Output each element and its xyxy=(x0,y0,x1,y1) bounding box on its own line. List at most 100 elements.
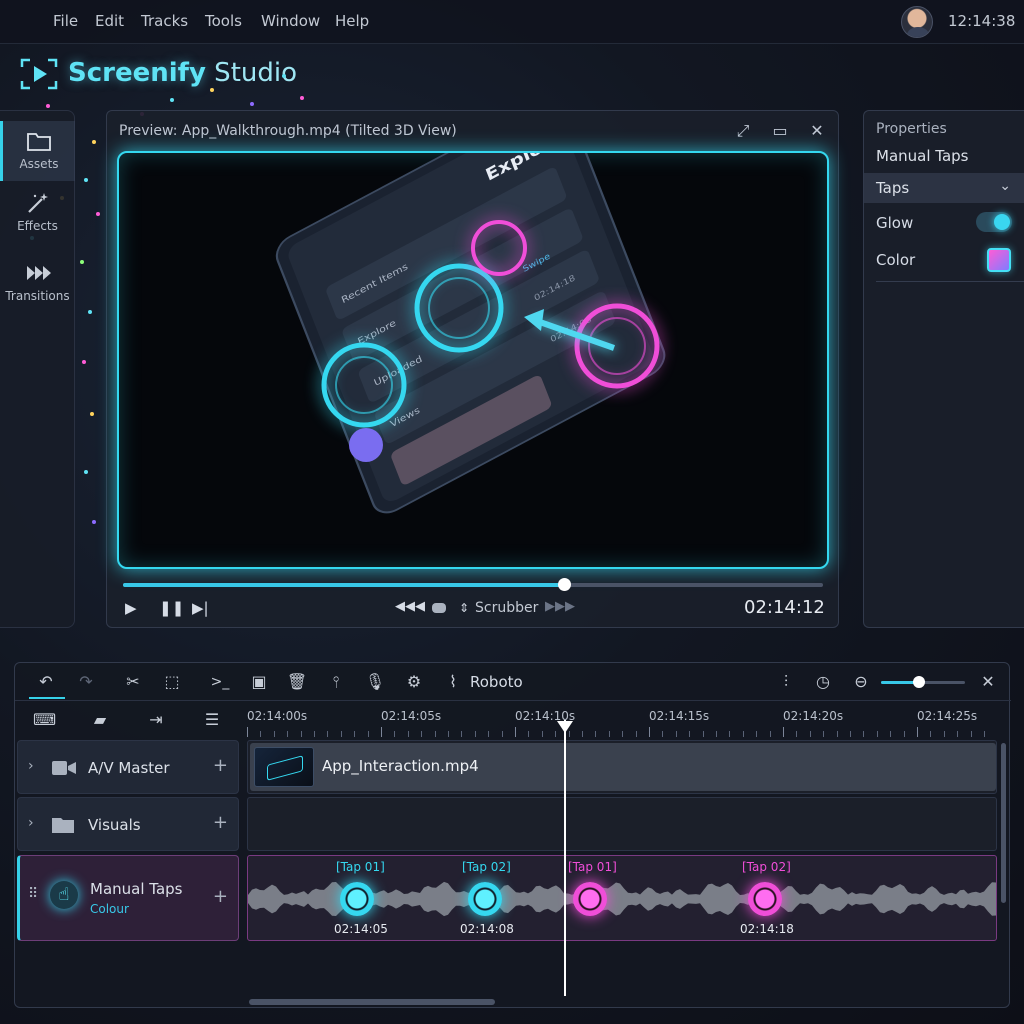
rail-transitions-label: Transitions xyxy=(5,289,70,303)
add-icon[interactable]: + xyxy=(213,886,228,907)
ruler-tick xyxy=(716,731,717,737)
menu-help[interactable]: Help xyxy=(335,12,369,30)
clip-av-master[interactable]: App_Interaction.mp4 xyxy=(250,743,996,791)
ruler-tick xyxy=(876,731,878,737)
ruler-tick xyxy=(850,731,851,737)
detach-audio-icon[interactable]: ▣ xyxy=(248,671,270,693)
menu-tools[interactable]: Tools xyxy=(205,12,242,30)
terminal-icon[interactable]: >_ xyxy=(209,671,231,693)
vertical-scrollbar[interactable] xyxy=(1001,743,1006,903)
scissors-icon[interactable]: ✂ xyxy=(122,671,144,693)
stop-icon[interactable] xyxy=(432,603,446,613)
glow-toggle[interactable] xyxy=(976,212,1012,232)
logo-icon xyxy=(20,58,58,90)
app-title-part2: Studio xyxy=(205,58,297,88)
microphone-icon[interactable]: 🎙 xyxy=(364,671,386,693)
ruler-tick xyxy=(689,731,691,737)
menu-edit[interactable]: Edit xyxy=(95,12,124,30)
horizontal-scrollbar[interactable] xyxy=(249,999,495,1005)
menu-window[interactable]: Window xyxy=(261,12,320,30)
zoom-slider[interactable] xyxy=(881,676,965,688)
color-swatch[interactable] xyxy=(987,248,1011,272)
ruler-tick xyxy=(582,731,583,737)
rail-assets-button[interactable]: Assets xyxy=(0,121,75,181)
ruler-tick xyxy=(528,731,530,737)
tap-marker-time: 02:14:18 xyxy=(740,922,794,936)
track-visuals-lane[interactable] xyxy=(247,797,997,851)
tap-marker-time: 02:14:05 xyxy=(334,922,388,936)
ruler-tick xyxy=(984,731,985,737)
rail-effects-button[interactable]: Effects xyxy=(0,191,75,233)
ruler-tick xyxy=(903,731,905,737)
ruler-label: 02:14:05s xyxy=(381,709,442,723)
folder-icon[interactable]: ▰ xyxy=(89,709,111,731)
track-manual-taps-header[interactable]: ⠿ ☝ Manual Taps Colour + xyxy=(17,855,239,941)
zoom-out-icon[interactable]: ⊖ xyxy=(850,671,872,693)
import-icon[interactable]: ⇥ xyxy=(145,709,167,731)
ruler-tick xyxy=(461,731,463,737)
add-icon[interactable]: + xyxy=(213,755,228,776)
waveform-icon[interactable]: ⫶ xyxy=(775,671,797,693)
ruler-label: 02:14:10s xyxy=(515,709,576,723)
ruler-tick xyxy=(957,731,959,737)
menu-tracks[interactable]: Tracks xyxy=(141,12,188,30)
chevron-right-icon[interactable]: › xyxy=(28,815,34,831)
fullscreen-icon[interactable]: ⤢ xyxy=(733,121,753,141)
track-manual-taps-lane[interactable]: [Tap 01] 02:14:05 [Tap 02] 02:14:08 [Tap… xyxy=(247,855,997,941)
maximize-icon[interactable]: ▭ xyxy=(770,121,790,141)
ruler-label: 02:14:15s xyxy=(649,709,710,723)
tap-marker[interactable] xyxy=(748,882,782,916)
ruler-tick xyxy=(863,731,865,737)
clock-icon[interactable]: ◷ xyxy=(812,671,834,693)
avatar[interactable] xyxy=(901,6,933,38)
properties-divider xyxy=(876,281,1024,282)
chevron-right-icon[interactable]: › xyxy=(28,758,34,774)
split-icon[interactable]: ⫯ xyxy=(325,671,347,693)
ruler-tick xyxy=(327,731,329,737)
preview-progress-track[interactable] xyxy=(123,578,823,591)
video-preview[interactable]: Explore Recent Items Explore Uploaded 02… xyxy=(117,151,829,569)
track-av-master-header[interactable]: › A/V Master + xyxy=(17,740,239,794)
ruler-tick xyxy=(488,731,490,737)
ruler-tick xyxy=(970,731,972,737)
undo-icon[interactable]: ↶ xyxy=(35,671,57,693)
preview-title: Preview: App_Walkthrough.mp4 (Tilted 3D … xyxy=(119,123,457,139)
preview-progress-knob[interactable] xyxy=(558,578,571,591)
gear-icon[interactable]: ⚙ xyxy=(403,671,425,693)
track-av-master-lane[interactable]: App_Interaction.mp4 xyxy=(247,740,997,794)
close-timeline-icon[interactable]: ✕ xyxy=(977,671,999,693)
taps-section-header[interactable]: Taps ⌄ xyxy=(864,173,1024,203)
ruler-tick xyxy=(260,731,262,737)
filter-icon[interactable]: ☰ xyxy=(201,709,223,731)
keyboard-icon[interactable]: ⌨ xyxy=(33,709,56,731)
zoom-slider-knob[interactable] xyxy=(912,676,925,688)
text-tool-icon[interactable]: ⌇ xyxy=(442,671,464,693)
select-clip-icon[interactable]: ⬚ xyxy=(161,671,183,693)
tap-marker[interactable] xyxy=(340,882,374,916)
next-frame-icon[interactable]: ▶| xyxy=(192,599,209,617)
play-icon[interactable]: ▶ xyxy=(125,599,137,617)
rewind-icon[interactable]: ◀◀◀ xyxy=(395,599,425,614)
phone-3d-illustration: Explore Recent Items Explore Uploaded 02… xyxy=(275,153,666,514)
fast-forward-icon[interactable]: ▶▶▶ xyxy=(545,599,575,614)
ruler-tick xyxy=(662,731,664,737)
font-name[interactable]: Roboto xyxy=(470,673,523,691)
app-title-part1: Screenify xyxy=(68,58,206,88)
time-ruler[interactable]: 02:14:00s 02:14:05s 02:14:10s 02:14:15s … xyxy=(247,703,997,737)
tap-marker[interactable] xyxy=(573,882,607,916)
rail-transitions-button[interactable]: Transitions xyxy=(0,261,75,303)
tap-marker[interactable] xyxy=(468,882,502,916)
track-visuals-header[interactable]: › Visuals + xyxy=(17,797,239,851)
ruler-tick xyxy=(796,731,798,737)
add-icon[interactable]: + xyxy=(213,812,228,833)
ruler-tick xyxy=(381,727,382,737)
tap-marker-label: [Tap 02] xyxy=(742,860,791,874)
redo-icon[interactable]: ↷ xyxy=(75,671,97,693)
drag-handle-icon[interactable]: ⠿ xyxy=(28,886,38,902)
pause-icon[interactable]: ❚❚ xyxy=(159,599,184,617)
rail-assets-label: Assets xyxy=(19,157,59,171)
close-icon[interactable]: ✕ xyxy=(807,121,827,141)
menu-file[interactable]: File xyxy=(53,12,78,30)
playhead[interactable] xyxy=(564,720,566,996)
trash-icon[interactable]: 🗑 xyxy=(286,671,308,693)
